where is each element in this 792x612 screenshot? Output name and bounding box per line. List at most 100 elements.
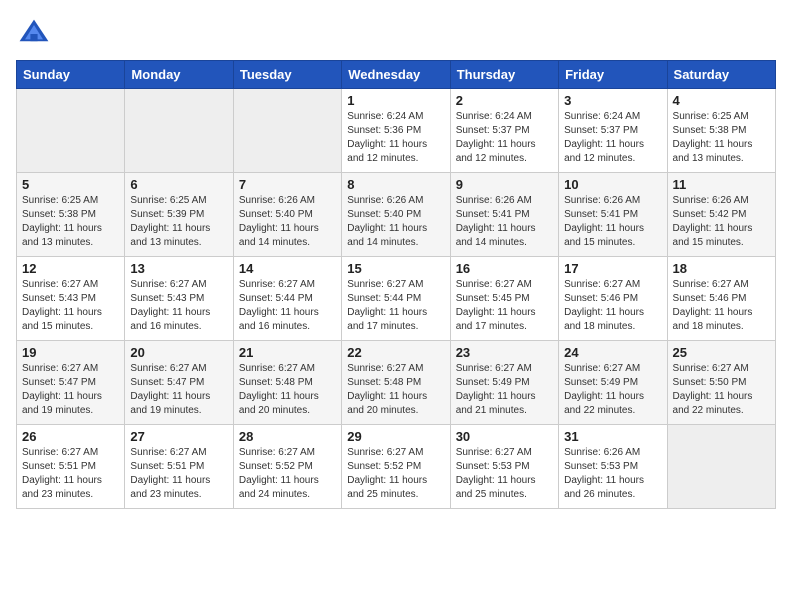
day-info: Sunrise: 6:27 AM Sunset: 5:49 PM Dayligh… bbox=[564, 362, 661, 418]
day-info: Sunrise: 6:27 AM Sunset: 5:44 PM Dayligh… bbox=[347, 278, 444, 334]
weekday-header-saturday: Saturday bbox=[667, 61, 775, 89]
calendar-week-5: 26 Sunrise: 6:27 AM Sunset: 5:51 PM Dayli… bbox=[17, 425, 776, 509]
calendar-cell: 10 Sunrise: 6:26 AM Sunset: 5:41 PM Dayli… bbox=[559, 173, 667, 257]
weekday-header-tuesday: Tuesday bbox=[233, 61, 341, 89]
day-number: 1 bbox=[347, 93, 444, 108]
day-number: 24 bbox=[564, 345, 661, 360]
day-number: 6 bbox=[130, 177, 227, 192]
day-number: 28 bbox=[239, 429, 336, 444]
calendar-cell bbox=[667, 425, 775, 509]
calendar-cell: 27 Sunrise: 6:27 AM Sunset: 5:51 PM Dayli… bbox=[125, 425, 233, 509]
day-info: Sunrise: 6:27 AM Sunset: 5:46 PM Dayligh… bbox=[673, 278, 770, 334]
calendar-cell: 22Sunrise: 6:27 AM Sunset: 5:48 PM Dayli… bbox=[342, 341, 450, 425]
calendar-week-4: 19 Sunrise: 6:27 AM Sunset: 5:47 PM Dayli… bbox=[17, 341, 776, 425]
day-number: 16 bbox=[456, 261, 553, 276]
calendar-cell: 28 Sunrise: 6:27 AM Sunset: 5:52 PM Dayli… bbox=[233, 425, 341, 509]
logo-icon bbox=[16, 16, 52, 52]
calendar-cell: 16 Sunrise: 6:27 AM Sunset: 5:45 PM Dayli… bbox=[450, 257, 558, 341]
calendar-cell: 29 Sunrise: 6:27 AM Sunset: 5:52 PM Dayli… bbox=[342, 425, 450, 509]
day-info: Sunrise: 6:24 AM Sunset: 5:37 PM Dayligh… bbox=[456, 110, 553, 166]
day-number: 30 bbox=[456, 429, 553, 444]
calendar-cell: 1 Sunrise: 6:24 AM Sunset: 5:36 PM Daylig… bbox=[342, 89, 450, 173]
calendar-cell bbox=[125, 89, 233, 173]
day-info: Sunrise: 6:25 AM Sunset: 5:38 PM Dayligh… bbox=[673, 110, 770, 166]
calendar-cell: 3Sunrise: 6:24 AM Sunset: 5:37 PM Daylig… bbox=[559, 89, 667, 173]
calendar-cell: 31 Sunrise: 6:26 AM Sunset: 5:53 PM Dayli… bbox=[559, 425, 667, 509]
day-number: 23 bbox=[456, 345, 553, 360]
calendar-cell bbox=[233, 89, 341, 173]
day-info: Sunrise: 6:27 AM Sunset: 5:43 PM Dayligh… bbox=[130, 278, 227, 334]
calendar-cell: 15 Sunrise: 6:27 AM Sunset: 5:44 PM Dayli… bbox=[342, 257, 450, 341]
day-info: Sunrise: 6:27 AM Sunset: 5:47 PM Dayligh… bbox=[22, 362, 119, 418]
day-info: Sunrise: 6:26 AM Sunset: 5:40 PM Dayligh… bbox=[239, 194, 336, 250]
day-info: Sunrise: 6:24 AM Sunset: 5:36 PM Dayligh… bbox=[347, 110, 444, 166]
calendar-cell: 19 Sunrise: 6:27 AM Sunset: 5:47 PM Dayli… bbox=[17, 341, 125, 425]
calendar-cell: 30 Sunrise: 6:27 AM Sunset: 5:53 PM Dayli… bbox=[450, 425, 558, 509]
day-number: 14 bbox=[239, 261, 336, 276]
day-number: 12 bbox=[22, 261, 119, 276]
day-number: 7 bbox=[239, 177, 336, 192]
calendar-cell: 8 Sunrise: 6:26 AM Sunset: 5:40 PM Daylig… bbox=[342, 173, 450, 257]
weekday-header-friday: Friday bbox=[559, 61, 667, 89]
day-number: 21 bbox=[239, 345, 336, 360]
day-info: Sunrise: 6:27 AM Sunset: 5:48 PM Dayligh… bbox=[239, 362, 336, 418]
weekday-header-sunday: Sunday bbox=[17, 61, 125, 89]
day-info: Sunrise: 6:26 AM Sunset: 5:40 PM Dayligh… bbox=[347, 194, 444, 250]
calendar-body: 1 Sunrise: 6:24 AM Sunset: 5:36 PM Daylig… bbox=[17, 89, 776, 509]
day-info: Sunrise: 6:26 AM Sunset: 5:41 PM Dayligh… bbox=[564, 194, 661, 250]
day-number: 15 bbox=[347, 261, 444, 276]
day-number: 13 bbox=[130, 261, 227, 276]
day-info: Sunrise: 6:27 AM Sunset: 5:45 PM Dayligh… bbox=[456, 278, 553, 334]
calendar-cell: 25Sunrise: 6:27 AM Sunset: 5:50 PM Dayli… bbox=[667, 341, 775, 425]
calendar-cell: 23 Sunrise: 6:27 AM Sunset: 5:49 PM Dayli… bbox=[450, 341, 558, 425]
day-number: 10 bbox=[564, 177, 661, 192]
day-number: 31 bbox=[564, 429, 661, 444]
day-info: Sunrise: 6:27 AM Sunset: 5:43 PM Dayligh… bbox=[22, 278, 119, 334]
calendar-cell: 21 Sunrise: 6:27 AM Sunset: 5:48 PM Dayli… bbox=[233, 341, 341, 425]
calendar-cell: 14 Sunrise: 6:27 AM Sunset: 5:44 PM Dayli… bbox=[233, 257, 341, 341]
calendar-cell: 4 Sunrise: 6:25 AM Sunset: 5:38 PM Daylig… bbox=[667, 89, 775, 173]
day-info: Sunrise: 6:25 AM Sunset: 5:39 PM Dayligh… bbox=[130, 194, 227, 250]
day-number: 9 bbox=[456, 177, 553, 192]
weekday-header-wednesday: Wednesday bbox=[342, 61, 450, 89]
day-info: Sunrise: 6:27 AM Sunset: 5:53 PM Dayligh… bbox=[456, 446, 553, 502]
day-info: Sunrise: 6:27 AM Sunset: 5:51 PM Dayligh… bbox=[130, 446, 227, 502]
day-number: 2 bbox=[456, 93, 553, 108]
weekday-header-monday: Monday bbox=[125, 61, 233, 89]
calendar-week-3: 12 Sunrise: 6:27 AM Sunset: 5:43 PM Dayli… bbox=[17, 257, 776, 341]
day-number: 19 bbox=[22, 345, 119, 360]
day-number: 18 bbox=[673, 261, 770, 276]
calendar-week-1: 1 Sunrise: 6:24 AM Sunset: 5:36 PM Daylig… bbox=[17, 89, 776, 173]
day-number: 11 bbox=[673, 177, 770, 192]
calendar-table: SundayMondayTuesdayWednesdayThursdayFrid… bbox=[16, 60, 776, 509]
day-info: Sunrise: 6:25 AM Sunset: 5:38 PM Dayligh… bbox=[22, 194, 119, 250]
day-number: 8 bbox=[347, 177, 444, 192]
day-number: 29 bbox=[347, 429, 444, 444]
day-info: Sunrise: 6:26 AM Sunset: 5:41 PM Dayligh… bbox=[456, 194, 553, 250]
day-number: 3 bbox=[564, 93, 661, 108]
day-number: 26 bbox=[22, 429, 119, 444]
calendar-cell: 5 Sunrise: 6:25 AM Sunset: 5:38 PM Daylig… bbox=[17, 173, 125, 257]
day-info: Sunrise: 6:27 AM Sunset: 5:49 PM Dayligh… bbox=[456, 362, 553, 418]
calendar-cell: 2 Sunrise: 6:24 AM Sunset: 5:37 PM Daylig… bbox=[450, 89, 558, 173]
day-number: 17 bbox=[564, 261, 661, 276]
day-info: Sunrise: 6:27 AM Sunset: 5:52 PM Dayligh… bbox=[239, 446, 336, 502]
calendar-cell: 20Sunrise: 6:27 AM Sunset: 5:47 PM Dayli… bbox=[125, 341, 233, 425]
day-info: Sunrise: 6:26 AM Sunset: 5:53 PM Dayligh… bbox=[564, 446, 661, 502]
day-info: Sunrise: 6:27 AM Sunset: 5:44 PM Dayligh… bbox=[239, 278, 336, 334]
calendar-cell: 11 Sunrise: 6:26 AM Sunset: 5:42 PM Dayli… bbox=[667, 173, 775, 257]
calendar-cell: 17Sunrise: 6:27 AM Sunset: 5:46 PM Dayli… bbox=[559, 257, 667, 341]
weekday-header-thursday: Thursday bbox=[450, 61, 558, 89]
page-header bbox=[16, 16, 776, 52]
day-number: 22 bbox=[347, 345, 444, 360]
calendar-cell: 7 Sunrise: 6:26 AM Sunset: 5:40 PM Daylig… bbox=[233, 173, 341, 257]
day-info: Sunrise: 6:27 AM Sunset: 5:47 PM Dayligh… bbox=[130, 362, 227, 418]
weekday-header-row: SundayMondayTuesdayWednesdayThursdayFrid… bbox=[17, 61, 776, 89]
day-info: Sunrise: 6:27 AM Sunset: 5:52 PM Dayligh… bbox=[347, 446, 444, 502]
logo bbox=[16, 16, 56, 52]
calendar-cell bbox=[17, 89, 125, 173]
day-number: 4 bbox=[673, 93, 770, 108]
day-info: Sunrise: 6:26 AM Sunset: 5:42 PM Dayligh… bbox=[673, 194, 770, 250]
day-number: 27 bbox=[130, 429, 227, 444]
day-number: 5 bbox=[22, 177, 119, 192]
